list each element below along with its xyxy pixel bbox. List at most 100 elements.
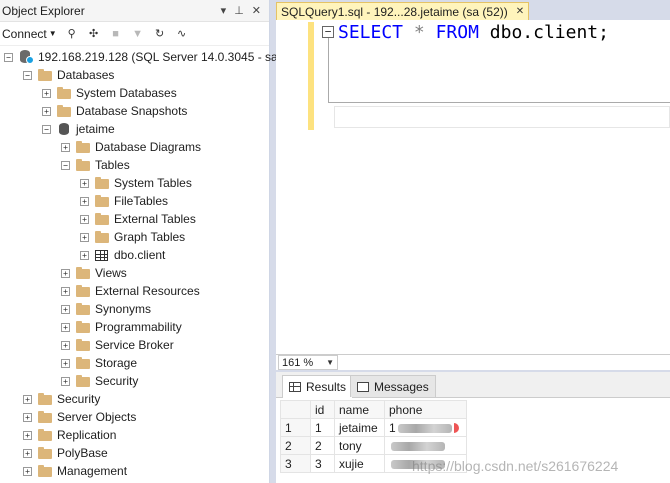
change-tracking-margin [308,22,314,130]
pin-icon[interactable]: ⊥ [234,4,244,17]
folder-icon [75,374,91,388]
tree-node[interactable]: − Databases [23,66,114,84]
row-number[interactable]: 2 [280,436,311,455]
tree-node[interactable]: + FileTables [80,192,168,210]
expand-icon[interactable]: + [80,214,89,224]
tree-node[interactable]: + Replication [23,426,116,444]
column-header-phone[interactable]: phone [384,400,467,419]
object-explorer-titlebar: Object Explorer ▾ ⊥ ✕ [0,0,269,22]
query-editor[interactable]: − SELECT * FROM dbo.client; [276,20,670,354]
expand-icon[interactable]: + [23,466,32,476]
tree-node-label: Management [57,464,128,478]
refresh-icon[interactable]: ↻ [153,27,167,41]
sql-operator-star: * [413,22,425,43]
folder-icon [75,158,91,172]
tab-results[interactable]: Results [282,375,354,398]
expand-icon[interactable]: + [23,412,32,422]
window-position-dropdown-icon[interactable]: ▾ [221,4,227,17]
collapse-toggle-icon[interactable]: − [322,26,334,38]
expand-icon[interactable]: + [23,430,32,440]
table-row[interactable]: 2 2 tony [280,436,467,455]
row-number[interactable]: 1 [280,418,311,437]
expand-icon[interactable]: + [61,142,70,152]
row-number[interactable]: 3 [280,454,311,473]
tree-node[interactable]: − jetaime [42,120,115,138]
connect-plug-icon[interactable]: ⚲ [65,27,79,41]
expand-icon[interactable]: + [80,178,89,188]
connect-label: Connect [2,26,47,41]
collapse-icon[interactable]: − [4,52,13,62]
cell-name[interactable]: tony [334,436,385,455]
tree-node[interactable]: + Views [61,264,127,282]
cell-name[interactable]: xujie [334,454,385,473]
collapse-icon[interactable]: − [61,160,70,170]
expand-icon[interactable]: + [42,106,51,116]
disconnect-icon[interactable]: ✣ [87,27,101,41]
expand-icon[interactable]: + [80,196,89,206]
expand-icon[interactable]: + [61,340,70,350]
close-tab-icon[interactable]: ✕ [516,6,524,17]
tree-node[interactable]: + Storage [61,354,137,372]
sql-keyword-select: SELECT [338,22,404,43]
tree-node[interactable]: + Database Diagrams [61,138,201,156]
tab-messages[interactable]: Messages [350,375,436,397]
stop-icon[interactable]: ■ [109,27,123,41]
folder-icon [37,392,53,406]
expand-icon[interactable]: + [80,250,89,260]
expand-icon[interactable]: + [61,304,70,314]
expand-icon[interactable]: + [42,88,51,98]
expand-icon[interactable]: + [61,322,70,332]
expand-icon[interactable]: + [61,376,70,386]
cell-phone[interactable] [384,436,467,455]
tree-node[interactable]: + External Resources [61,282,200,300]
tree-node-label: Database Diagrams [95,140,202,154]
activity-monitor-icon[interactable]: ∿ [175,27,189,41]
tree-node[interactable]: + Programmability [61,318,182,336]
column-header-id[interactable]: id [310,400,335,419]
cell-id[interactable]: 3 [310,454,335,473]
filter-icon[interactable]: ▼ [131,27,145,41]
folder-icon [94,230,110,244]
sql-statement[interactable]: SELECT * FROM dbo.client; [338,22,609,43]
tree-node[interactable]: + Database Snapshots [42,102,187,120]
tree-node[interactable]: + PolyBase [23,444,108,462]
tree-node[interactable]: + dbo.client [80,246,165,264]
zoom-dropdown[interactable]: 161 % ▼ [278,355,338,370]
tree-node-label: FileTables [114,194,169,208]
folder-icon [94,194,110,208]
cell-id[interactable]: 1 [310,418,335,437]
tab-sqlquery1[interactable]: SQLQuery1.sql - 192...28.jetaime (sa (52… [276,2,530,20]
tab-results-label: Results [306,380,347,394]
cell-id[interactable]: 2 [310,436,335,455]
collapse-icon[interactable]: − [23,70,32,80]
column-header-name[interactable]: name [334,400,385,419]
current-line-highlight [334,106,670,128]
expand-icon[interactable]: + [61,286,70,296]
tree-node[interactable]: + System Databases [42,84,177,102]
collapse-icon[interactable]: − [42,124,51,134]
expand-icon[interactable]: + [23,394,32,404]
tree-node[interactable]: + External Tables [80,210,196,228]
close-icon[interactable]: ✕ [252,4,261,17]
connect-button[interactable]: Connect ▼ [2,27,57,41]
tree-node[interactable]: + Synonyms [61,300,151,318]
cell-name[interactable]: jetaime [334,418,385,437]
corner-cell[interactable] [280,400,311,419]
expand-icon[interactable]: + [61,358,70,368]
tree-node[interactable]: + Service Broker [61,336,174,354]
expand-icon[interactable]: + [80,232,89,242]
outline-line [328,38,329,102]
tree-node[interactable]: + Management [23,462,127,480]
expand-icon[interactable]: + [23,448,32,458]
tree-node[interactable]: + Security [61,372,138,390]
tree-node[interactable]: − 192.168.219.128 (SQL Server 14.0.3045 -… [4,48,282,66]
table-icon [94,248,110,262]
tree-node[interactable]: + Graph Tables [80,228,185,246]
tree-node[interactable]: − Tables [61,156,130,174]
cell-phone[interactable]: 1 [384,418,467,437]
tree-node[interactable]: + System Tables [80,174,192,192]
table-row[interactable]: 1 1 jetaime 1 [280,418,467,437]
tree-node[interactable]: + Security [23,390,100,408]
expand-icon[interactable]: + [61,268,70,278]
tree-node[interactable]: + Server Objects [23,408,136,426]
